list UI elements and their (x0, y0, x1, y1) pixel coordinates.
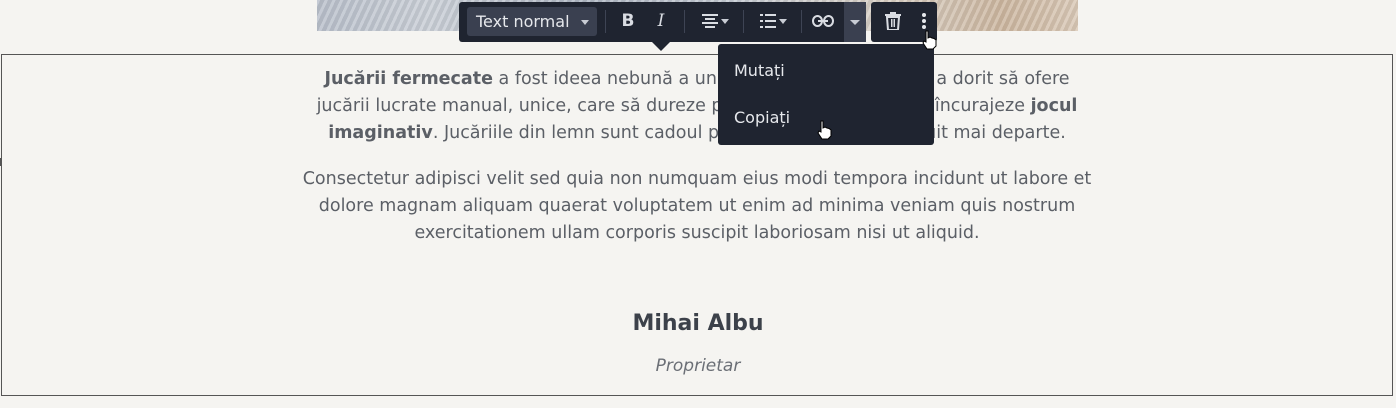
bold-button[interactable]: B (617, 7, 639, 36)
toolbar-divider (801, 10, 802, 33)
italic-button[interactable]: I (650, 7, 672, 36)
bold-text: imaginativ (328, 123, 433, 143)
more-vertical-icon (922, 13, 926, 29)
bulleted-list-icon (759, 14, 776, 28)
hand-cursor-icon (922, 30, 937, 50)
hand-cursor-icon (817, 120, 832, 140)
text-run: jucării lucrate manual, unice, care să d… (316, 96, 723, 116)
text-run: e a dorit să ofere (920, 69, 1070, 89)
text-run: . Jucăriile din lemn sunt cadoul p (432, 123, 720, 143)
resize-handle[interactable] (0, 158, 4, 166)
text-style-select[interactable]: Text normal (467, 7, 597, 36)
text-run: a fost ideea nebună a unu (492, 69, 729, 89)
chevron-down-icon (850, 20, 860, 25)
toolbar-divider (605, 10, 606, 33)
author-name[interactable]: Mihai Albu (480, 311, 916, 336)
chevron-down-icon (581, 20, 589, 25)
list-button[interactable] (754, 7, 792, 36)
menu-item-copy[interactable]: Copiați (734, 108, 790, 127)
text-style-label: Text normal (476, 12, 570, 31)
bold-text: jocul (1030, 96, 1078, 116)
paragraph-body[interactable]: Consectetur adipisci velit sed quia non … (280, 166, 1114, 247)
paragraph-intro[interactable]: Jucării fermecate a fost ideea nebună a … (280, 66, 1114, 147)
delete-button[interactable] (881, 7, 905, 36)
toolbar-divider (684, 10, 685, 33)
chevron-down-icon (778, 18, 787, 24)
link-icon (812, 15, 834, 27)
align-button[interactable] (696, 7, 734, 36)
link-options-dropdown[interactable] (844, 2, 866, 42)
link-button[interactable] (811, 7, 835, 36)
align-center-icon (701, 14, 718, 28)
text-run: uit mai departe. (925, 123, 1066, 143)
chevron-down-icon (720, 18, 729, 24)
toolbar-pointer (652, 42, 670, 51)
menu-item-move[interactable]: Mutați (734, 61, 785, 80)
author-role[interactable]: Proprietar (480, 356, 916, 376)
toolbar-divider (743, 10, 744, 33)
trash-icon (885, 12, 901, 31)
text-run: ă încurajeze (918, 96, 1031, 116)
bold-text: Jucării fermecate (324, 69, 493, 89)
